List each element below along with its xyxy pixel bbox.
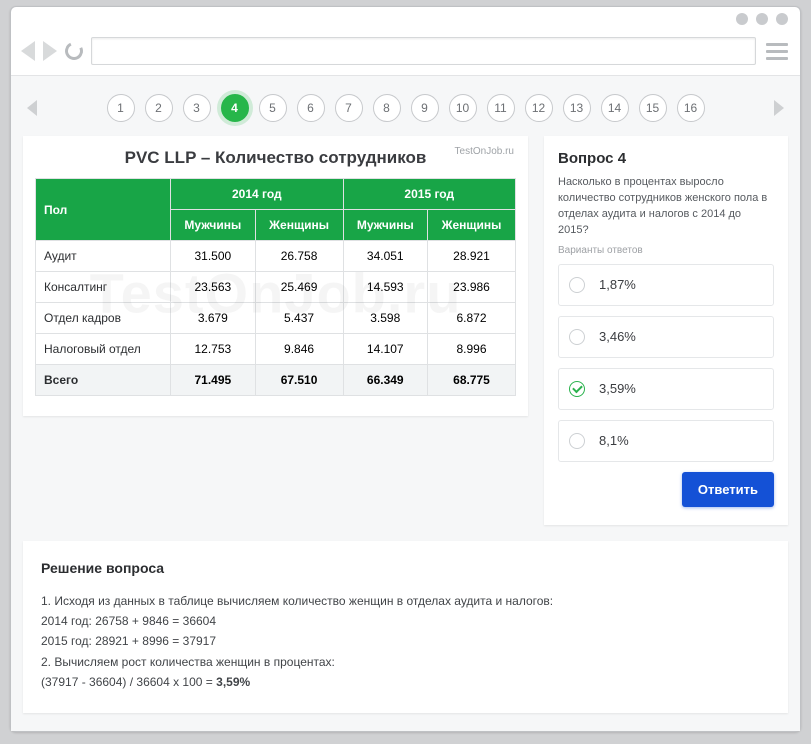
cell-value: 6.872 bbox=[428, 303, 516, 334]
browser-toolbar bbox=[11, 33, 800, 76]
table-header-year-2014: 2014 год bbox=[171, 179, 343, 210]
browser-window: 12345678910111213141516 TestOnJob.ru PVC… bbox=[10, 6, 801, 732]
pager-step-5[interactable]: 5 bbox=[259, 94, 287, 122]
page-content: 12345678910111213141516 TestOnJob.ru PVC… bbox=[11, 76, 800, 731]
pager-step-15[interactable]: 15 bbox=[639, 94, 667, 122]
window-controls bbox=[736, 13, 788, 25]
question-title: Вопрос 4 bbox=[558, 150, 774, 167]
cell-value: 12.753 bbox=[171, 334, 255, 365]
pager-step-12[interactable]: 12 bbox=[525, 94, 553, 122]
pager-step-11[interactable]: 11 bbox=[487, 94, 515, 122]
back-button[interactable] bbox=[21, 41, 35, 61]
cell-value: 23.563 bbox=[171, 272, 255, 303]
pager-step-10[interactable]: 10 bbox=[449, 94, 477, 122]
row-label-total: Всего bbox=[36, 365, 171, 396]
cell-value: 31.500 bbox=[171, 241, 255, 272]
pager-step-4[interactable]: 4 bbox=[221, 94, 249, 122]
cell-value: 68.775 bbox=[428, 365, 516, 396]
radio-icon bbox=[569, 433, 585, 449]
table-row: Консалтинг23.56325.46914.59323.986 bbox=[36, 272, 516, 303]
pager-prev-icon[interactable] bbox=[27, 100, 37, 116]
table-row: Аудит31.50026.75834.05128.921 bbox=[36, 241, 516, 272]
pager-step-14[interactable]: 14 bbox=[601, 94, 629, 122]
cell-value: 34.051 bbox=[343, 241, 427, 272]
row-label: Консалтинг bbox=[36, 272, 171, 303]
url-input[interactable] bbox=[91, 37, 756, 65]
window-control-dot[interactable] bbox=[736, 13, 748, 25]
row-label: Отдел кадров bbox=[36, 303, 171, 334]
pager-step-3[interactable]: 3 bbox=[183, 94, 211, 122]
question-text: Насколько в процентах выросло количество… bbox=[558, 175, 774, 239]
solution-title: Решение вопроса bbox=[41, 557, 770, 581]
table-row: Отдел кадров3.6795.4373.5986.872 bbox=[36, 303, 516, 334]
pager-next-icon[interactable] bbox=[774, 100, 784, 116]
cell-value: 26.758 bbox=[255, 241, 343, 272]
watermark-small: TestOnJob.ru bbox=[455, 146, 514, 157]
menu-icon[interactable] bbox=[764, 39, 790, 64]
table-row-total: Всего71.49567.51066.34968.775 bbox=[36, 365, 516, 396]
question-pager: 12345678910111213141516 bbox=[23, 90, 788, 136]
pager-step-13[interactable]: 13 bbox=[563, 94, 591, 122]
solution-card: Решение вопроса 1. Исходя из данных в та… bbox=[23, 541, 788, 713]
answer-option-2[interactable]: 3,46% bbox=[558, 316, 774, 358]
solution-line: 2. Вычисляем рост количества женщин в пр… bbox=[41, 652, 770, 672]
answer-label: 8,1% bbox=[599, 433, 629, 448]
row-label: Налоговый отдел bbox=[36, 334, 171, 365]
cell-value: 3.679 bbox=[171, 303, 255, 334]
solution-line: 1. Исходя из данных в таблице вычисляем … bbox=[41, 591, 770, 611]
cell-value: 3.598 bbox=[343, 303, 427, 334]
cell-value: 14.593 bbox=[343, 272, 427, 303]
reload-icon[interactable] bbox=[62, 39, 85, 62]
pager-step-7[interactable]: 7 bbox=[335, 94, 363, 122]
cell-value: 8.996 bbox=[428, 334, 516, 365]
solution-line: 2015 год: 28921 + 8996 = 37917 bbox=[41, 631, 770, 651]
radio-icon bbox=[569, 277, 585, 293]
table-header-pol: Пол bbox=[36, 179, 171, 241]
cell-value: 71.495 bbox=[171, 365, 255, 396]
solution-pre: (37917 - 36604) / 36604 x 100 = bbox=[41, 675, 216, 689]
answer-option-1[interactable]: 1,87% bbox=[558, 264, 774, 306]
window-control-dot[interactable] bbox=[756, 13, 768, 25]
cell-value: 14.107 bbox=[343, 334, 427, 365]
solution-line: 2014 год: 26758 + 9846 = 36604 bbox=[41, 611, 770, 631]
cell-value: 23.986 bbox=[428, 272, 516, 303]
pager-step-9[interactable]: 9 bbox=[411, 94, 439, 122]
window-control-dot[interactable] bbox=[776, 13, 788, 25]
forward-button[interactable] bbox=[43, 41, 57, 61]
pager-step-8[interactable]: 8 bbox=[373, 94, 401, 122]
solution-line: (37917 - 36604) / 36604 x 100 = 3,59% bbox=[41, 672, 770, 692]
table-header-men: Мужчины bbox=[343, 210, 427, 241]
table-title: PVC LLP – Количество сотрудников bbox=[35, 148, 516, 168]
data-card: TestOnJob.ru PVC LLP – Количество сотруд… bbox=[23, 136, 528, 416]
cell-value: 25.469 bbox=[255, 272, 343, 303]
cell-value: 66.349 bbox=[343, 365, 427, 396]
radio-icon bbox=[569, 381, 585, 397]
answer-label: 3,59% bbox=[599, 381, 636, 396]
pager-step-1[interactable]: 1 bbox=[107, 94, 135, 122]
table-header-women: Женщины bbox=[255, 210, 343, 241]
table-header-women: Женщины bbox=[428, 210, 516, 241]
table-row: Налоговый отдел12.7539.84614.1078.996 bbox=[36, 334, 516, 365]
table-header-men: Мужчины bbox=[171, 210, 255, 241]
cell-value: 5.437 bbox=[255, 303, 343, 334]
row-label: Аудит bbox=[36, 241, 171, 272]
cell-value: 67.510 bbox=[255, 365, 343, 396]
pager-step-16[interactable]: 16 bbox=[677, 94, 705, 122]
answer-option-3[interactable]: 3,59% bbox=[558, 368, 774, 410]
cell-value: 28.921 bbox=[428, 241, 516, 272]
table-header-year-2015: 2015 год bbox=[343, 179, 515, 210]
answers-label: Варианты ответов bbox=[558, 245, 774, 256]
pager-step-2[interactable]: 2 bbox=[145, 94, 173, 122]
answer-label: 3,46% bbox=[599, 329, 636, 344]
solution-answer: 3,59% bbox=[216, 675, 250, 689]
answer-label: 1,87% bbox=[599, 277, 636, 292]
pager-step-6[interactable]: 6 bbox=[297, 94, 325, 122]
submit-button[interactable]: Ответить bbox=[682, 472, 774, 507]
employee-table: Пол 2014 год 2015 год Мужчины Женщины Му… bbox=[35, 178, 516, 396]
radio-icon bbox=[569, 329, 585, 345]
question-card: Вопрос 4 Насколько в процентах выросло к… bbox=[544, 136, 788, 525]
cell-value: 9.846 bbox=[255, 334, 343, 365]
window-titlebar bbox=[11, 7, 800, 33]
answer-option-4[interactable]: 8,1% bbox=[558, 420, 774, 462]
